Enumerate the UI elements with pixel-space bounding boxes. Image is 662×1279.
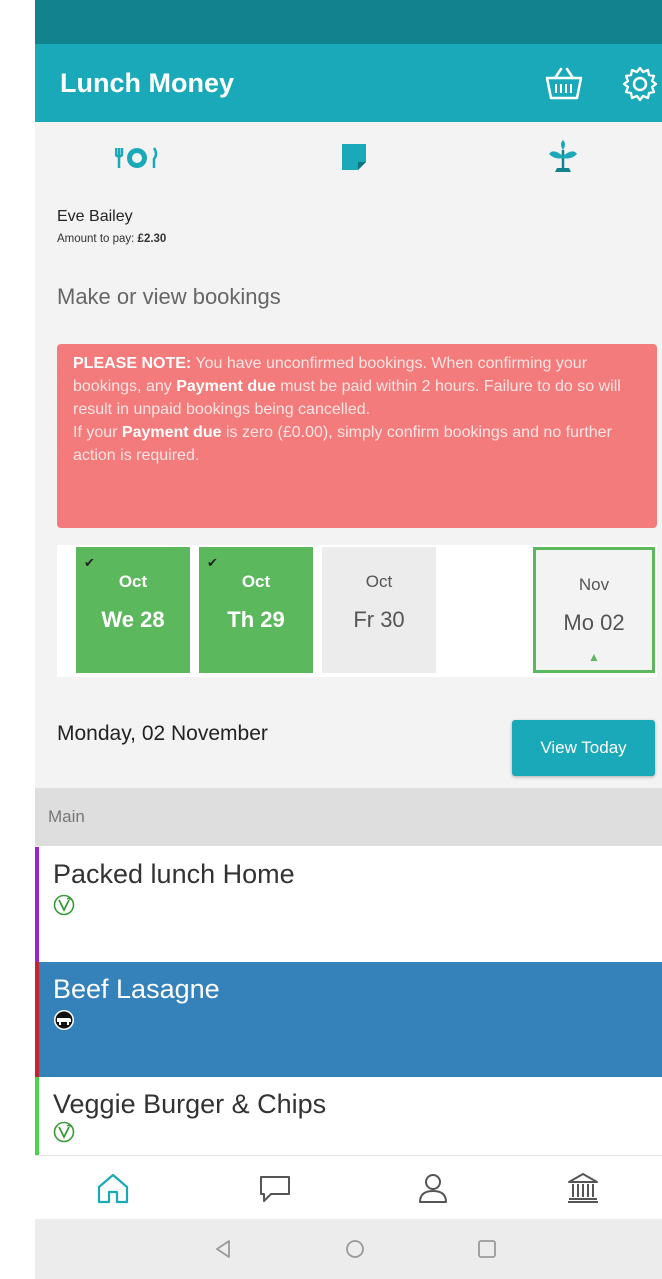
day-selector: ✔ Oct We 28 ✔ Oct Th 29 Oct Fr 30 Nov Mo…: [57, 545, 657, 677]
basket-icon[interactable]: [543, 66, 585, 102]
meal-item-beef-lasagne[interactable]: Beef Lasagne: [35, 962, 662, 1077]
meal-name: Packed lunch Home: [53, 859, 295, 889]
day-label: Mo 02: [563, 610, 625, 635]
vegetarian-icon: [53, 894, 75, 916]
meal-item-veggie-burger[interactable]: Veggie Burger & Chips: [35, 1077, 662, 1155]
notice-text-3: If your: [73, 424, 122, 441]
day-label: Th 29: [227, 607, 285, 632]
bank-icon[interactable]: [565, 1170, 601, 1206]
unconfirmed-bookings-notice: PLEASE NOTE: You have unconfirmed bookin…: [57, 344, 657, 528]
recents-icon[interactable]: [475, 1237, 499, 1261]
day-month: Oct: [241, 572, 271, 591]
day-label: We 28: [101, 607, 165, 632]
section-heading: Make or view bookings: [57, 284, 281, 309]
notice-payment-due-2: Payment due: [121, 424, 222, 441]
plant-icon[interactable]: [545, 138, 581, 176]
plate-cutlery-icon[interactable]: [115, 144, 159, 172]
status-bar: [35, 0, 662, 44]
day-month: Oct: [118, 572, 148, 591]
day-card-th-29[interactable]: ✔ Oct Th 29: [199, 547, 313, 673]
top-tab-bar: [35, 122, 662, 192]
booked-check-icon: ✔: [84, 555, 95, 570]
selected-caret-icon: ▲: [588, 650, 600, 664]
day-card-we-28[interactable]: ✔ Oct We 28: [76, 547, 190, 673]
notice-lead: PLEASE NOTE:: [73, 355, 192, 372]
home-circle-icon[interactable]: [343, 1237, 367, 1261]
beef-icon: [54, 1010, 74, 1030]
notice-payment-due-1: Payment due: [176, 378, 276, 395]
amount-label: Amount to pay:: [57, 233, 138, 245]
home-icon[interactable]: [95, 1170, 131, 1206]
booked-check-icon: ✔: [207, 555, 218, 570]
day-month: Oct: [365, 572, 393, 591]
day-card-mo-02[interactable]: Nov Mo 02 ▲: [533, 547, 655, 673]
view-today-button[interactable]: View Today: [512, 720, 655, 776]
selected-date-heading: Monday, 02 November: [57, 722, 268, 745]
system-nav-bar: [35, 1219, 662, 1279]
app-title: Lunch Money: [60, 68, 234, 98]
gear-icon[interactable]: [620, 64, 660, 104]
meal-name: Veggie Burger & Chips: [53, 1089, 327, 1119]
day-month: Nov: [578, 575, 610, 594]
amount-value: £2.30: [137, 233, 167, 245]
student-name: Eve Bailey: [57, 208, 133, 225]
chat-icon[interactable]: [257, 1170, 293, 1206]
vegetarian-icon: [53, 1121, 75, 1143]
menu-group-label: Main: [48, 807, 85, 826]
day-label: Fr 30: [353, 607, 405, 632]
sticky-note-icon[interactable]: [340, 142, 368, 172]
back-icon[interactable]: [211, 1237, 235, 1261]
day-card-fr-30[interactable]: Oct Fr 30: [322, 547, 436, 673]
profile-icon[interactable]: [415, 1170, 451, 1206]
meal-item-packed-lunch[interactable]: Packed lunch Home: [35, 847, 662, 962]
meal-name: Beef Lasagne: [53, 974, 220, 1004]
menu-group-header: Main: [35, 788, 662, 846]
amount-to-pay: Amount to pay: £2.30: [57, 233, 166, 245]
bottom-nav: [35, 1155, 662, 1220]
